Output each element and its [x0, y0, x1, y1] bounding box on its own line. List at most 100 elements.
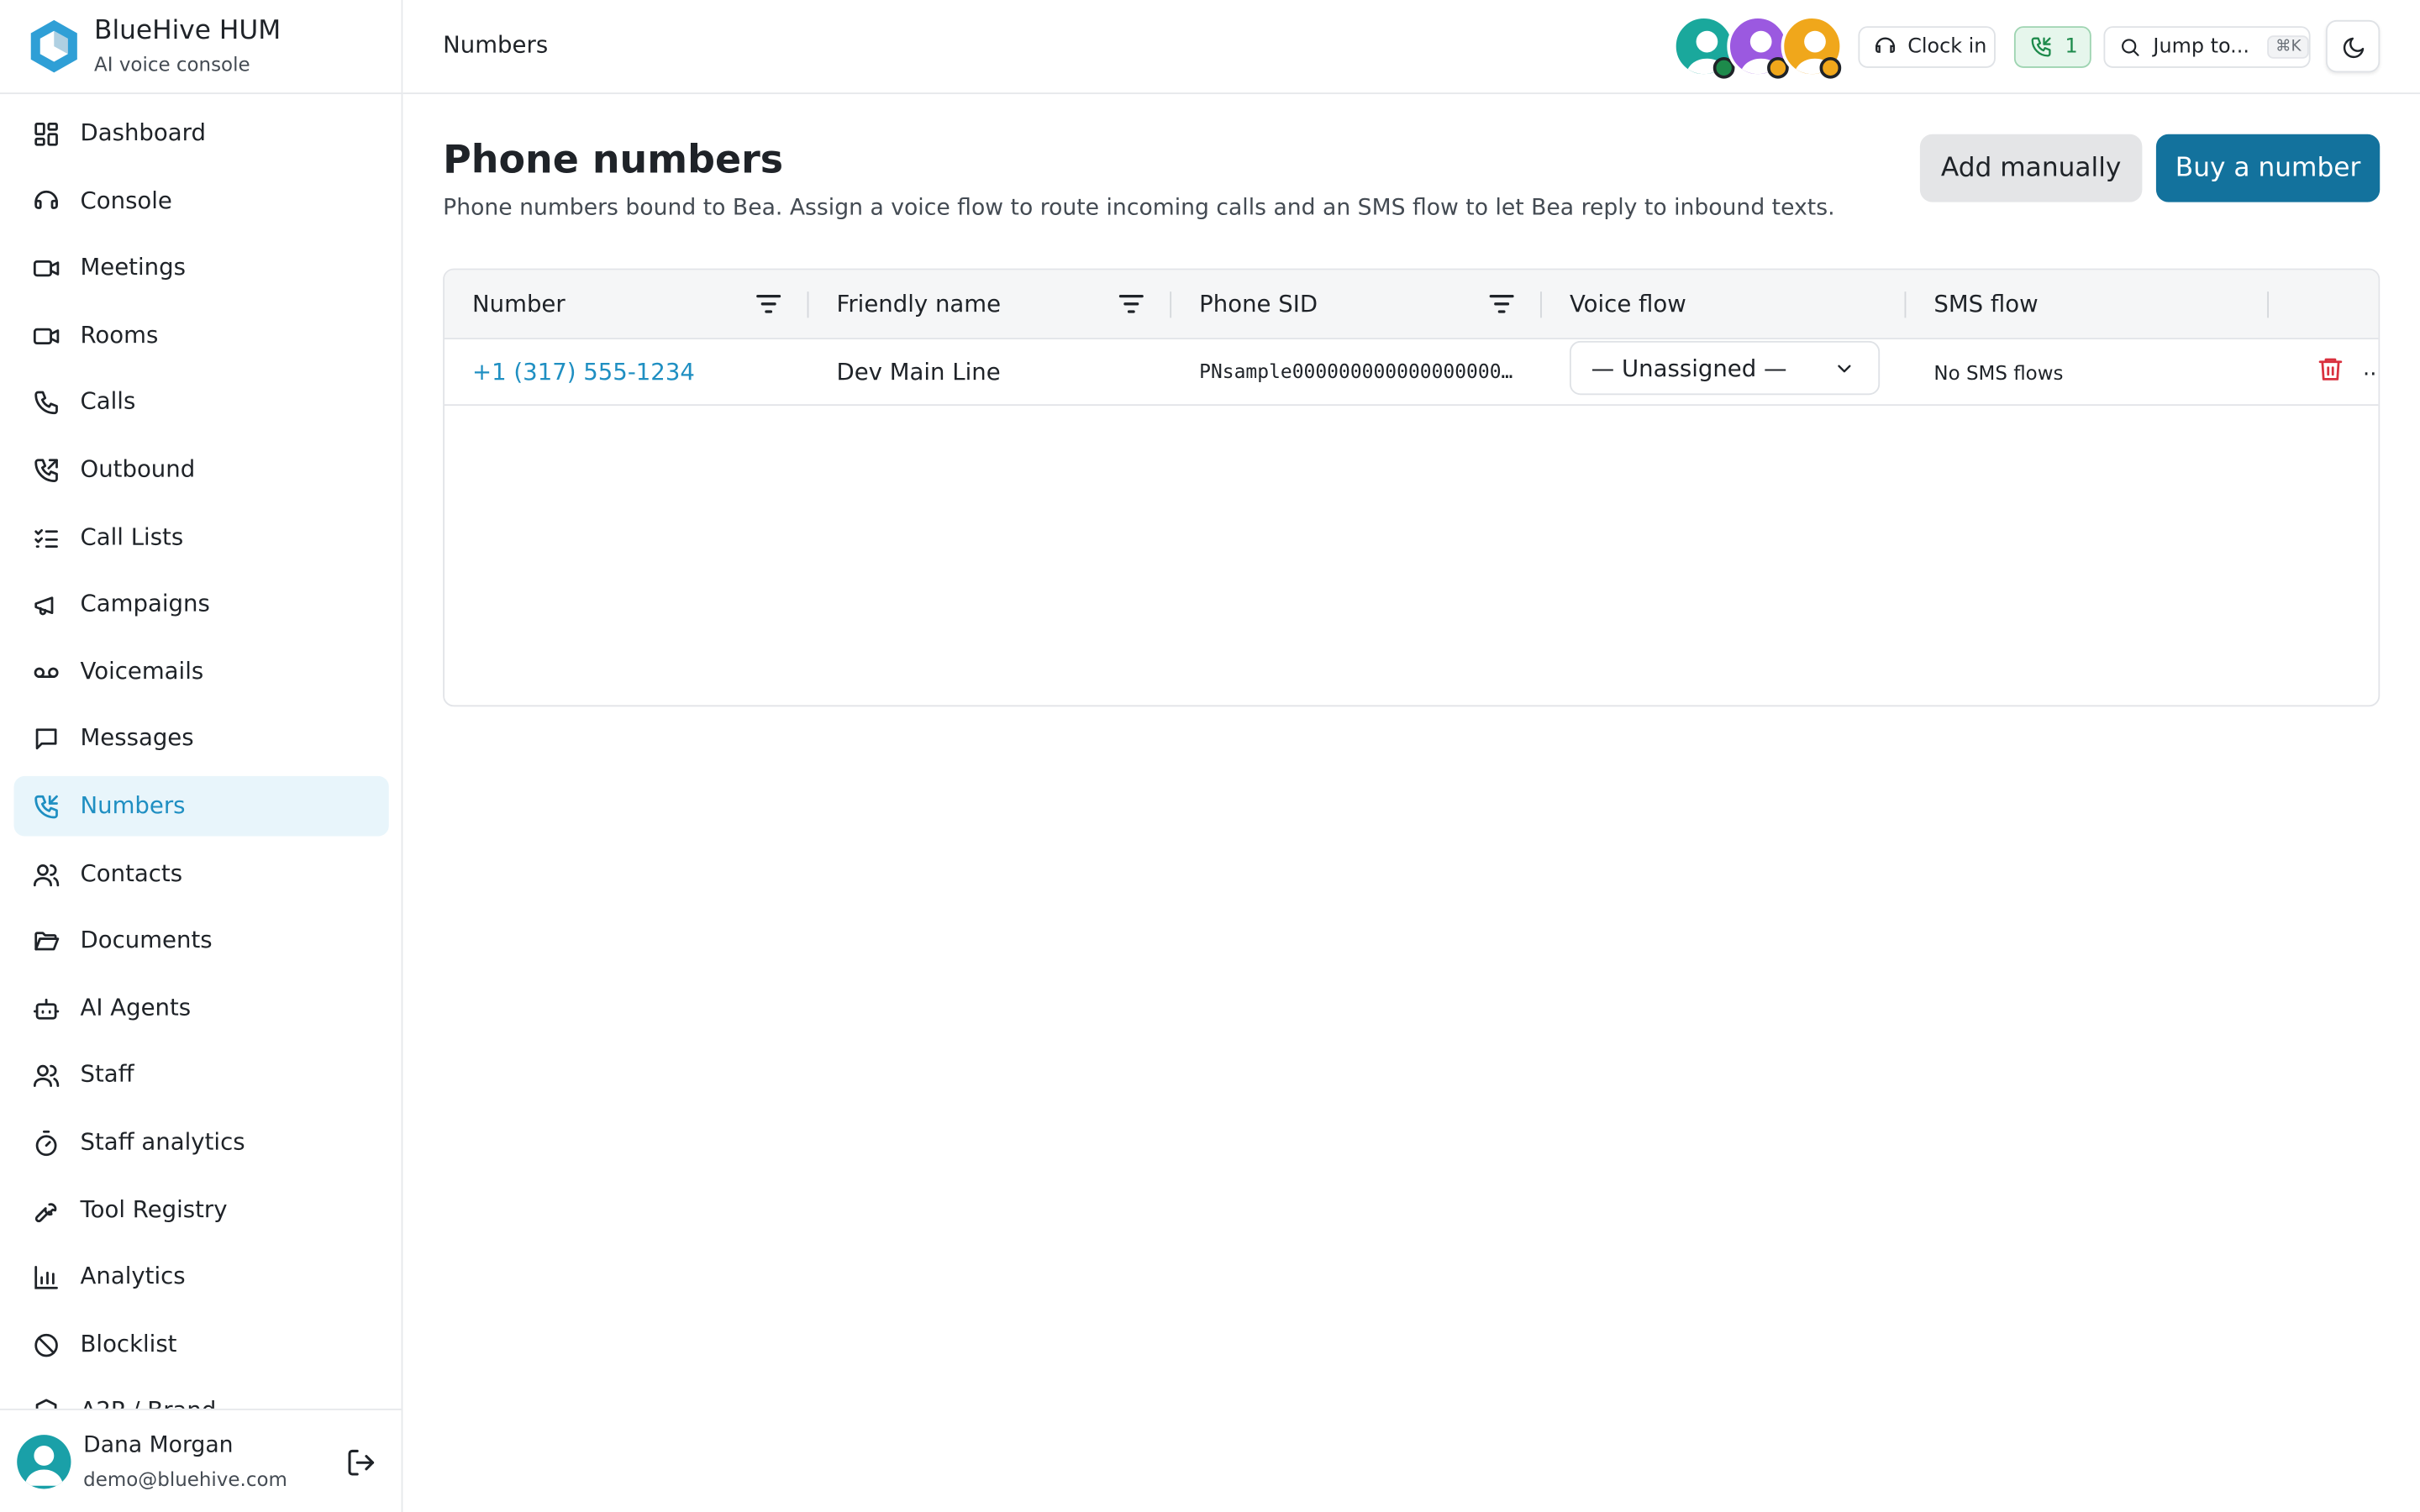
voicemail-icon [33, 659, 60, 686]
brand-subtitle: AI voice console [94, 52, 250, 76]
user-card: Dana Morgan demo@bluehive.com [0, 1408, 402, 1512]
column-divider[interactable] [2267, 291, 2269, 318]
search-label: Jump to... [2153, 35, 2249, 59]
sidebar-item-rooms[interactable]: Rooms [14, 305, 389, 365]
sidebar-item-messages[interactable]: Messages [14, 709, 389, 769]
sidebar-item-label: Staff [80, 1060, 134, 1089]
phone-sid-cell: PNsample00000000000000000000000000 [1199, 359, 1520, 383]
clock-in-label: Clock in [1907, 35, 1987, 59]
bluehive-logo-icon [30, 19, 77, 73]
folder-open-icon [33, 927, 60, 955]
sidebar-item-label: Console [80, 186, 172, 214]
wrench-icon [33, 1196, 60, 1224]
sidebar-item-meetings[interactable]: Meetings [14, 238, 389, 298]
sidebar-item-staff-analytics[interactable]: Staff analytics [14, 1112, 389, 1173]
sidebar-item-label: Contacts [80, 858, 183, 887]
jump-to-search[interactable]: Jump to... ⌘K [2103, 26, 2311, 68]
column-header-phone-sid[interactable]: Phone SID [1199, 290, 1318, 318]
filter-icon[interactable] [1118, 293, 1144, 315]
sidebar-item-label: Dashboard [80, 118, 207, 147]
clock-in-button[interactable]: Clock in [1858, 26, 1996, 68]
row-more-indicator[interactable]: .. [2363, 356, 2376, 381]
filter-icon[interactable] [756, 293, 781, 315]
video-camera-icon [33, 322, 60, 349]
phone-number-link[interactable]: +1 (317) 555-1234 [472, 358, 695, 386]
sidebar-item-label: AI Agents [80, 993, 192, 1021]
breadcrumb: Numbers [443, 30, 549, 59]
sidebar-item-label: Messages [80, 724, 194, 753]
sidebar-item-staff[interactable]: Staff [14, 1045, 389, 1105]
column-divider[interactable] [1904, 291, 1907, 318]
shield-icon [33, 1399, 60, 1409]
column-divider[interactable] [1170, 291, 1172, 318]
active-calls-badge[interactable]: 1 [2013, 26, 2091, 68]
column-header-sms-flow[interactable]: SMS flow [1933, 290, 2038, 318]
table-row: +1 (317) 555-1234 Dev Main Line PNsample… [444, 339, 2379, 407]
sidebar-item-label: Calls [80, 387, 136, 416]
phone-incoming-icon [2031, 37, 2051, 57]
column-divider[interactable] [1540, 291, 1542, 318]
sidebar-item-label: A2P / Brand [81, 1397, 217, 1409]
user-email: demo@bluehive.com [83, 1467, 287, 1491]
sidebar: BlueHive HUM AI voice console Dashboard … [0, 0, 403, 1512]
topbar: Numbers Clock in 1 Jump to... ⌘K [402, 0, 2420, 95]
buy-number-button[interactable]: Buy a number [2155, 134, 2381, 202]
sidebar-item-analytics[interactable]: Analytics [14, 1247, 389, 1307]
sidebar-item-outbound[interactable]: Outbound [14, 439, 389, 500]
video-camera-icon [33, 255, 60, 282]
brand-header: BlueHive HUM AI voice console [0, 0, 402, 95]
sidebar-item-dashboard[interactable]: Dashboard [14, 103, 389, 164]
page-title: Phone numbers [443, 137, 784, 182]
friendly-name-cell: Dev Main Line [836, 358, 1001, 386]
voice-flow-select[interactable]: — Unassigned — [1569, 340, 1881, 396]
list-checks-icon [33, 524, 60, 552]
chevron-down-icon [1838, 365, 1851, 373]
trash-icon[interactable] [2317, 354, 2344, 385]
main-content: Phone numbers Phone numbers bound to Bea… [402, 94, 2420, 1512]
sidebar-item-label: Rooms [80, 320, 159, 349]
sidebar-item-label: Numbers [80, 791, 186, 820]
logout-icon[interactable] [345, 1447, 376, 1478]
sidebar-item-a2p-brand[interactable]: A2P / Brand [14, 1381, 389, 1409]
sidebar-item-documents[interactable]: Documents [14, 911, 389, 971]
brand-title: BlueHive HUM [94, 15, 281, 47]
megaphone-icon [33, 591, 60, 619]
column-header-voice-flow[interactable]: Voice flow [1570, 290, 1686, 318]
sidebar-item-call-lists[interactable]: Call Lists [14, 507, 389, 567]
sidebar-item-label: Analytics [80, 1262, 186, 1290]
avatar[interactable] [17, 1435, 71, 1489]
filter-icon[interactable] [1489, 293, 1514, 315]
users-icon [33, 860, 60, 888]
column-header-number[interactable]: Number [472, 290, 566, 318]
theme-toggle-button[interactable] [2325, 19, 2381, 73]
app-window: BlueHive HUM AI voice console Dashboard … [0, 0, 2420, 1512]
sidebar-item-voicemails[interactable]: Voicemails [14, 642, 389, 702]
voice-flow-selected-value: — Unassigned — [1591, 354, 1787, 383]
sidebar-item-label: Campaigns [80, 589, 210, 617]
sidebar-item-numbers[interactable]: Numbers [13, 775, 389, 837]
sidebar-item-blocklist[interactable]: Blocklist [14, 1314, 389, 1374]
phone-icon [33, 390, 60, 417]
sidebar-item-console[interactable]: Console [14, 171, 389, 231]
ban-icon [33, 1331, 60, 1359]
column-header-friendly-name[interactable]: Friendly name [837, 290, 1002, 318]
presence-status-dot [1819, 56, 1842, 79]
sidebar-item-label: Outbound [80, 454, 196, 483]
sidebar-item-label: Meetings [80, 253, 186, 281]
sidebar-item-tool-registry[interactable]: Tool Registry [14, 1179, 389, 1240]
headphones-icon [1876, 37, 1896, 53]
sidebar-item-label: Staff analytics [80, 1127, 245, 1156]
numbers-table: Number Friendly name Phone SID Voice flo… [443, 268, 2381, 707]
user-name: Dana Morgan [83, 1433, 234, 1458]
sidebar-item-label: Voicemails [80, 656, 204, 685]
sidebar-item-contacts[interactable]: Contacts [14, 843, 389, 904]
search-icon [2122, 39, 2139, 56]
sms-flow-cell: No SMS flows [1933, 360, 2064, 385]
sidebar-item-label: Call Lists [80, 522, 184, 550]
table-header: Number Friendly name Phone SID Voice flo… [444, 270, 2379, 340]
sidebar-item-calls[interactable]: Calls [14, 372, 389, 433]
sidebar-item-ai-agents[interactable]: AI Agents [14, 978, 389, 1038]
add-manually-button[interactable]: Add manually [1919, 134, 2143, 202]
column-divider[interactable] [807, 291, 809, 318]
sidebar-item-campaigns[interactable]: Campaigns [14, 575, 389, 635]
